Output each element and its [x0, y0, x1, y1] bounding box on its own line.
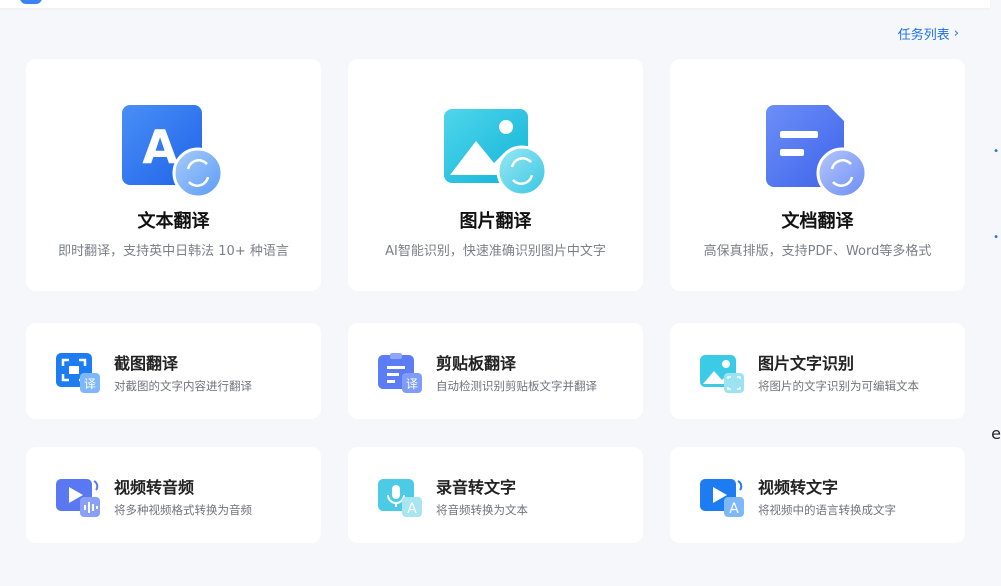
card-desc: 自动检测识别剪贴板文字并翻译	[436, 379, 597, 393]
clipboard-translate-card[interactable]: 译 剪贴板翻译 自动检测识别剪贴板文字并翻译	[348, 323, 643, 419]
top-bar	[0, 0, 990, 8]
screenshot-translate-card[interactable]: 译 截图翻译 对截图的文字内容进行翻译	[26, 323, 321, 419]
letter-a-badge-glyph: A	[729, 501, 739, 517]
card-title: 文本翻译	[137, 211, 210, 232]
image-translate-card[interactable]: 图片翻译 AI智能识别，快速准确识别图片中文字	[348, 59, 643, 291]
card-desc: 将视频中的语言转换成文字	[758, 503, 896, 517]
card-title: 图片翻译	[459, 211, 532, 232]
screenshot-translate-icon: 译	[56, 353, 100, 393]
text-translate-icon: A	[121, 105, 223, 199]
card-title: 截图翻译	[114, 354, 179, 373]
card-desc: 将多种视频格式转换为音频	[114, 503, 252, 517]
card-desc: 高保真排版，支持PDF、Word等多格式	[703, 244, 932, 259]
card-title: 剪贴板翻译	[436, 354, 517, 373]
card-title: 视频转音频	[114, 478, 195, 497]
edge-dot: •	[993, 232, 999, 243]
card-desc: 将图片的文字识别为可编辑文本	[758, 379, 919, 393]
audio-to-text-icon: A	[378, 479, 422, 517]
document-translate-icon	[765, 105, 867, 199]
card-desc: 即时翻译，支持英中日韩法 10+ 种语言	[58, 244, 289, 259]
translate-badge-glyph: 译	[406, 377, 418, 391]
task-list-link[interactable]: 任务列表 ›	[898, 24, 959, 43]
app-logo-icon	[20, 0, 42, 4]
letter-a-badge-glyph: A	[407, 501, 417, 517]
image-ocr-icon	[700, 355, 744, 393]
card-title: 视频转文字	[758, 478, 839, 497]
clipboard-translate-icon: 译	[378, 353, 422, 393]
card-desc: 将音频转换为文本	[436, 503, 528, 517]
audio-to-text-card[interactable]: A 录音转文字 将音频转换为文本	[348, 447, 643, 543]
card-title: 图片文字识别	[758, 354, 855, 373]
image-ocr-card[interactable]: 图片文字识别 将图片的文字识别为可编辑文本	[670, 323, 965, 419]
video-to-text-card[interactable]: A 视频转文字 将视频中的语言转换成文字	[670, 447, 965, 543]
task-list-label: 任务列表	[897, 28, 950, 43]
card-desc: 对截图的文字内容进行翻译	[114, 379, 252, 393]
edge-clipped-text: e	[991, 424, 1001, 443]
letter-a-glyph: A	[142, 120, 178, 174]
chevron-right-icon: ›	[953, 26, 959, 41]
image-translate-icon	[443, 109, 547, 197]
card-desc: AI智能识别，快速准确识别图片中文字	[385, 244, 606, 259]
video-to-text-icon: A	[700, 479, 744, 517]
video-to-audio-icon	[56, 479, 100, 517]
document-translate-card[interactable]: 文档翻译 高保真排版，支持PDF、Word等多格式	[670, 59, 965, 291]
edge-dot: •	[993, 146, 999, 157]
video-to-audio-card[interactable]: 视频转音频 将多种视频格式转换为音频	[26, 447, 321, 543]
text-translate-card[interactable]: A 文本翻译 即时翻译，支持英中日韩法 10+ 种语言	[26, 59, 321, 291]
card-title: 文档翻译	[781, 211, 854, 232]
translate-badge-glyph: 译	[84, 377, 96, 391]
card-title: 录音转文字	[436, 478, 517, 497]
